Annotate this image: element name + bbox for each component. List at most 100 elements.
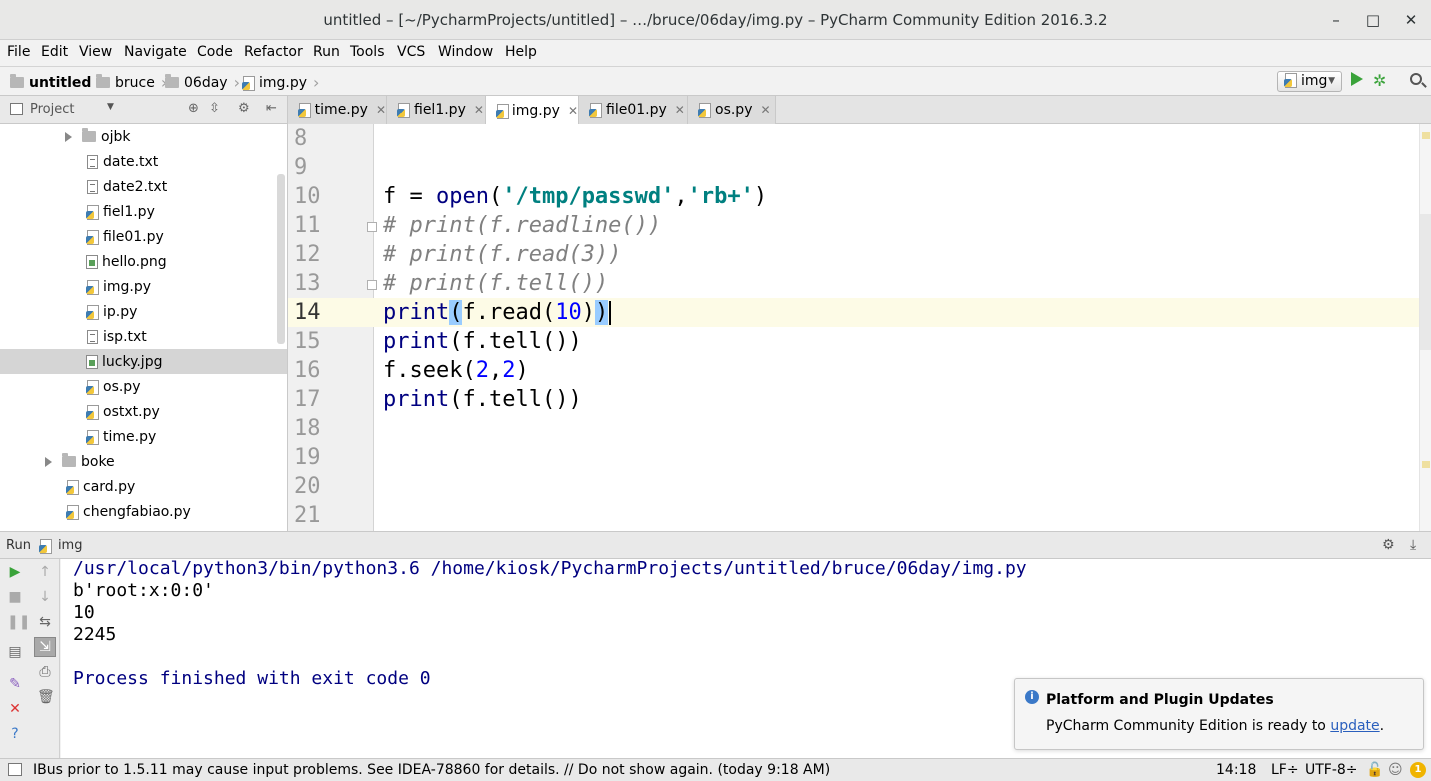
update-notification[interactable]: i Platform and Plugin Updates PyCharm Co… (1014, 678, 1424, 750)
tree-item-file[interactable]: time.py (0, 424, 278, 449)
close-button[interactable]: ✕ (1400, 9, 1422, 31)
menu-tools[interactable]: Tools (350, 44, 385, 60)
help-icon[interactable]: ? (7, 726, 23, 742)
code-line-12[interactable]: # print(f.read(3)) (383, 242, 621, 267)
gear-icon[interactable]: ⚙ (238, 101, 250, 116)
tool-windows-icon[interactable] (8, 763, 22, 776)
close-icon[interactable]: ✕ (7, 701, 23, 717)
expand-arrow-icon[interactable] (45, 456, 52, 467)
hide-panel-icon[interactable]: ⤓ (1410, 537, 1416, 553)
caret-position[interactable]: 14:18 (1216, 762, 1256, 778)
status-message[interactable]: IBus prior to 1.5.11 may cause input pro… (33, 762, 830, 778)
run-panel-title[interactable]: Run img (6, 538, 82, 554)
event-log-badge[interactable]: 1 (1410, 762, 1426, 778)
maximize-button[interactable]: □ (1362, 9, 1384, 31)
run-config-select[interactable]: img ▼ (1277, 71, 1342, 92)
run-button[interactable] (1351, 72, 1363, 86)
code-line-11[interactable]: # print(f.readline()) (383, 213, 661, 238)
project-tree[interactable]: ojbk date.txt date2.txt fiel1.py file01.… (0, 124, 288, 531)
tree-item-file-selected[interactable]: lucky.jpg (0, 349, 287, 374)
tree-item-file[interactable]: ip.py (0, 299, 278, 324)
menu-code[interactable]: Code (197, 44, 233, 60)
locate-icon[interactable]: ⊕ (188, 101, 199, 116)
tab-fiel1-py[interactable]: fiel1.py ✕ (387, 96, 486, 124)
update-link[interactable]: update (1330, 718, 1379, 734)
tree-item-file[interactable]: date.txt (0, 149, 278, 174)
menu-view[interactable]: View (79, 44, 112, 60)
close-tab-icon[interactable]: ✕ (760, 103, 770, 117)
project-panel-title[interactable]: Project (30, 102, 74, 117)
pause-icon[interactable]: ❚❚ (7, 614, 30, 630)
code-line-13[interactable]: # print(f.tell()) (383, 271, 608, 296)
tab-time-py[interactable]: time.py ✕ (288, 96, 387, 124)
arrow-up-icon[interactable]: ↑ (37, 564, 53, 580)
hide-panel-icon[interactable]: ⇤ (266, 101, 277, 116)
line-separator[interactable]: LF÷ (1271, 762, 1299, 778)
tree-item-file[interactable]: fiel1.py (0, 199, 278, 224)
fold-marker-icon[interactable] (367, 222, 377, 232)
rerun-icon[interactable]: ▶ (7, 564, 23, 580)
menu-refactor[interactable]: Refactor (244, 44, 303, 60)
menu-edit[interactable]: Edit (41, 44, 68, 60)
scroll-to-end-icon[interactable]: ⇲ (34, 637, 56, 657)
pin-icon[interactable]: ✎ (7, 676, 23, 692)
search-icon[interactable] (1410, 73, 1422, 85)
breadcrumb-project[interactable]: untitled › (10, 73, 104, 92)
breadcrumb-label: bruce (115, 74, 155, 91)
tree-item-folder[interactable]: boke (0, 449, 278, 474)
tree-item-file[interactable]: chengfabiao.py (0, 499, 278, 524)
code-line-17[interactable]: print(f.tell()) (383, 387, 582, 412)
debug-button[interactable]: ✲ (1373, 71, 1386, 90)
tab-os-py[interactable]: os.py ✕ (688, 96, 776, 124)
breadcrumb-06day[interactable]: 06day › (165, 73, 240, 92)
close-tab-icon[interactable]: ✕ (568, 104, 578, 118)
breadcrumb-file[interactable]: img.py › (242, 73, 319, 92)
fold-marker-icon[interactable] (367, 280, 377, 290)
project-scrollbar[interactable] (277, 174, 285, 344)
chevron-down-icon[interactable]: ▼ (107, 102, 114, 112)
tree-item-file[interactable]: card.py (0, 474, 278, 499)
print-icon[interactable]: ⎙ (37, 664, 53, 680)
breadcrumb-bruce[interactable]: bruce › (96, 73, 167, 92)
minimize-button[interactable]: – (1325, 9, 1347, 31)
close-tab-icon[interactable]: ✕ (376, 103, 386, 117)
layout-icon[interactable]: ▤ (7, 644, 23, 660)
stop-icon[interactable]: ■ (7, 589, 23, 605)
code-line-16[interactable]: f.seek(2,2) (383, 358, 529, 383)
collapse-icon[interactable]: ⇳ (209, 101, 220, 116)
warning-marker[interactable] (1422, 132, 1430, 139)
tab-file01-py[interactable]: file01.py ✕ (579, 96, 688, 124)
expand-arrow-icon[interactable] (65, 131, 72, 142)
code-line-15[interactable]: print(f.tell()) (383, 329, 582, 354)
error-stripe[interactable] (1419, 124, 1431, 531)
tree-item-file[interactable]: os.py (0, 374, 278, 399)
tab-img-py[interactable]: img.py ✕ (486, 96, 579, 125)
tree-item-file[interactable]: hello.png (0, 249, 278, 274)
arrow-down-icon[interactable]: ↓ (37, 589, 53, 605)
menu-vcs[interactable]: VCS (397, 44, 425, 60)
editor-scroll-thumb[interactable] (1420, 214, 1431, 350)
chevron-down-icon: ▼ (1328, 76, 1335, 86)
menu-navigate[interactable]: Navigate (124, 44, 187, 60)
soft-wrap-icon[interactable]: ⇆ (37, 614, 53, 630)
tree-item-file[interactable]: img.py (0, 274, 278, 299)
tree-item-file[interactable]: date2.txt (0, 174, 278, 199)
lock-icon[interactable]: 🔓 (1366, 762, 1383, 778)
close-tab-icon[interactable]: ✕ (474, 103, 484, 117)
menu-help[interactable]: Help (505, 44, 537, 60)
tree-item-file[interactable]: isp.txt (0, 324, 278, 349)
warning-marker[interactable] (1422, 461, 1430, 468)
tree-item-file[interactable]: file01.py (0, 224, 278, 249)
gear-icon[interactable]: ⚙ (1382, 537, 1395, 553)
code-line-10[interactable]: f = open('/tmp/passwd','rb+') (383, 184, 767, 209)
tree-item-folder[interactable]: ojbk (0, 124, 278, 149)
close-tab-icon[interactable]: ✕ (675, 103, 685, 117)
inspector-icon[interactable]: ☺ (1388, 762, 1403, 778)
menu-run[interactable]: Run (313, 44, 340, 60)
menu-file[interactable]: File (7, 44, 30, 60)
code-line-14[interactable]: print(f.read(10)) (383, 300, 612, 325)
trash-icon[interactable]: 🗑 (37, 689, 55, 705)
tree-item-file[interactable]: ostxt.py (0, 399, 278, 424)
menu-window[interactable]: Window (438, 44, 493, 60)
file-encoding[interactable]: UTF-8÷ (1305, 762, 1358, 778)
